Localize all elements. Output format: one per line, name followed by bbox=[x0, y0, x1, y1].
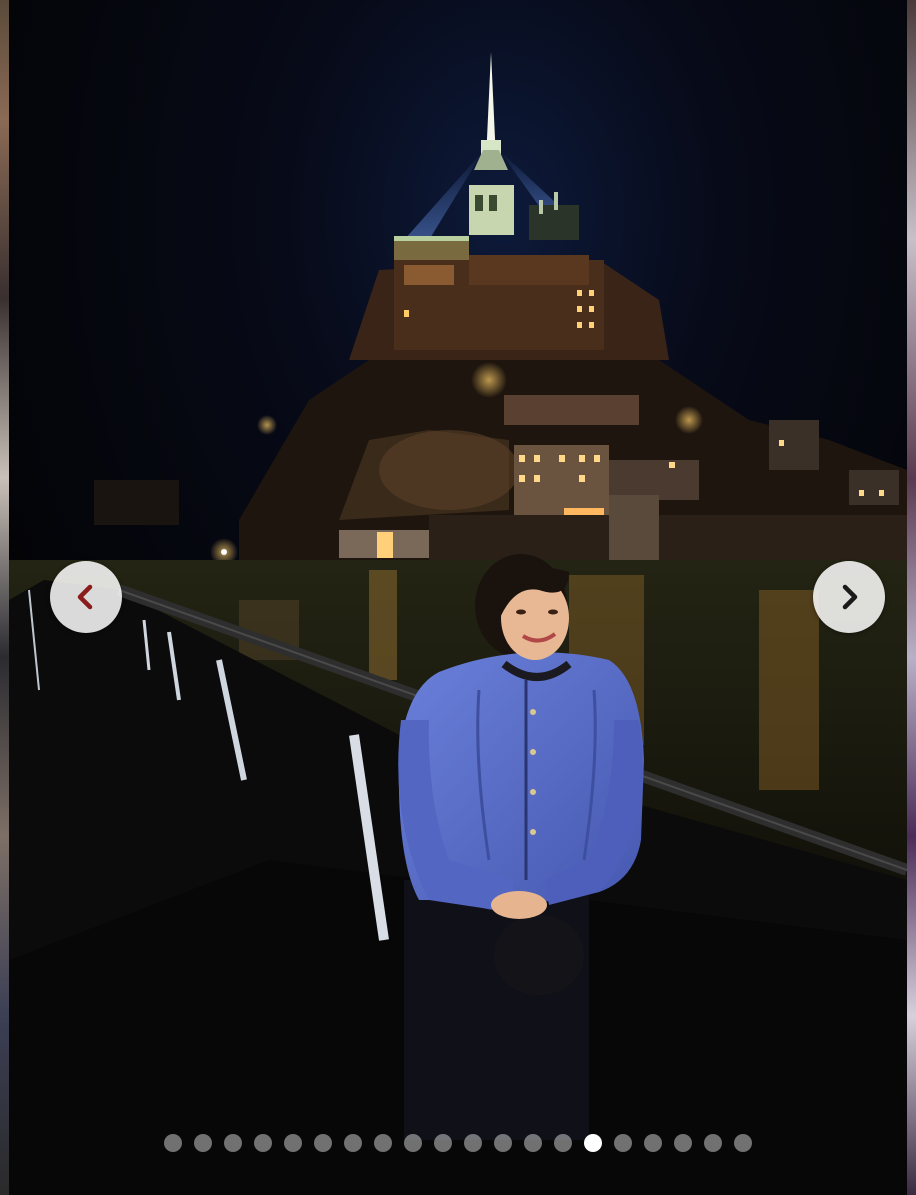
previous-slide-button[interactable] bbox=[50, 561, 122, 633]
slide-dot[interactable] bbox=[614, 1134, 632, 1152]
slide-dot[interactable] bbox=[464, 1134, 482, 1152]
adjacent-slide-left-edge bbox=[0, 0, 9, 1195]
chevron-left-icon bbox=[77, 584, 93, 610]
slide-dot[interactable] bbox=[494, 1134, 512, 1152]
slide-dot[interactable] bbox=[644, 1134, 662, 1152]
slide-indicator-dots bbox=[0, 1134, 916, 1152]
carousel-slide bbox=[9, 0, 907, 1195]
slide-dot[interactable] bbox=[344, 1134, 362, 1152]
slide-dot[interactable] bbox=[314, 1134, 332, 1152]
adjacent-slide-right-edge bbox=[907, 0, 916, 1195]
slide-dot[interactable] bbox=[284, 1134, 302, 1152]
slide-dot[interactable] bbox=[524, 1134, 542, 1152]
slide-dot[interactable] bbox=[434, 1134, 452, 1152]
slide-dot[interactable] bbox=[554, 1134, 572, 1152]
slide-dot[interactable] bbox=[164, 1134, 182, 1152]
slide-dot[interactable] bbox=[224, 1134, 242, 1152]
slide-dot[interactable] bbox=[734, 1134, 752, 1152]
chevron-right-icon bbox=[842, 584, 858, 610]
slide-dot[interactable] bbox=[704, 1134, 722, 1152]
night-photo bbox=[9, 0, 907, 1195]
slide-dot[interactable] bbox=[194, 1134, 212, 1152]
slide-dot[interactable] bbox=[674, 1134, 692, 1152]
slide-dot[interactable] bbox=[374, 1134, 392, 1152]
slide-dot[interactable] bbox=[254, 1134, 272, 1152]
slide-dot-active[interactable] bbox=[584, 1134, 602, 1152]
slide-dot[interactable] bbox=[404, 1134, 422, 1152]
next-slide-button[interactable] bbox=[813, 561, 885, 633]
